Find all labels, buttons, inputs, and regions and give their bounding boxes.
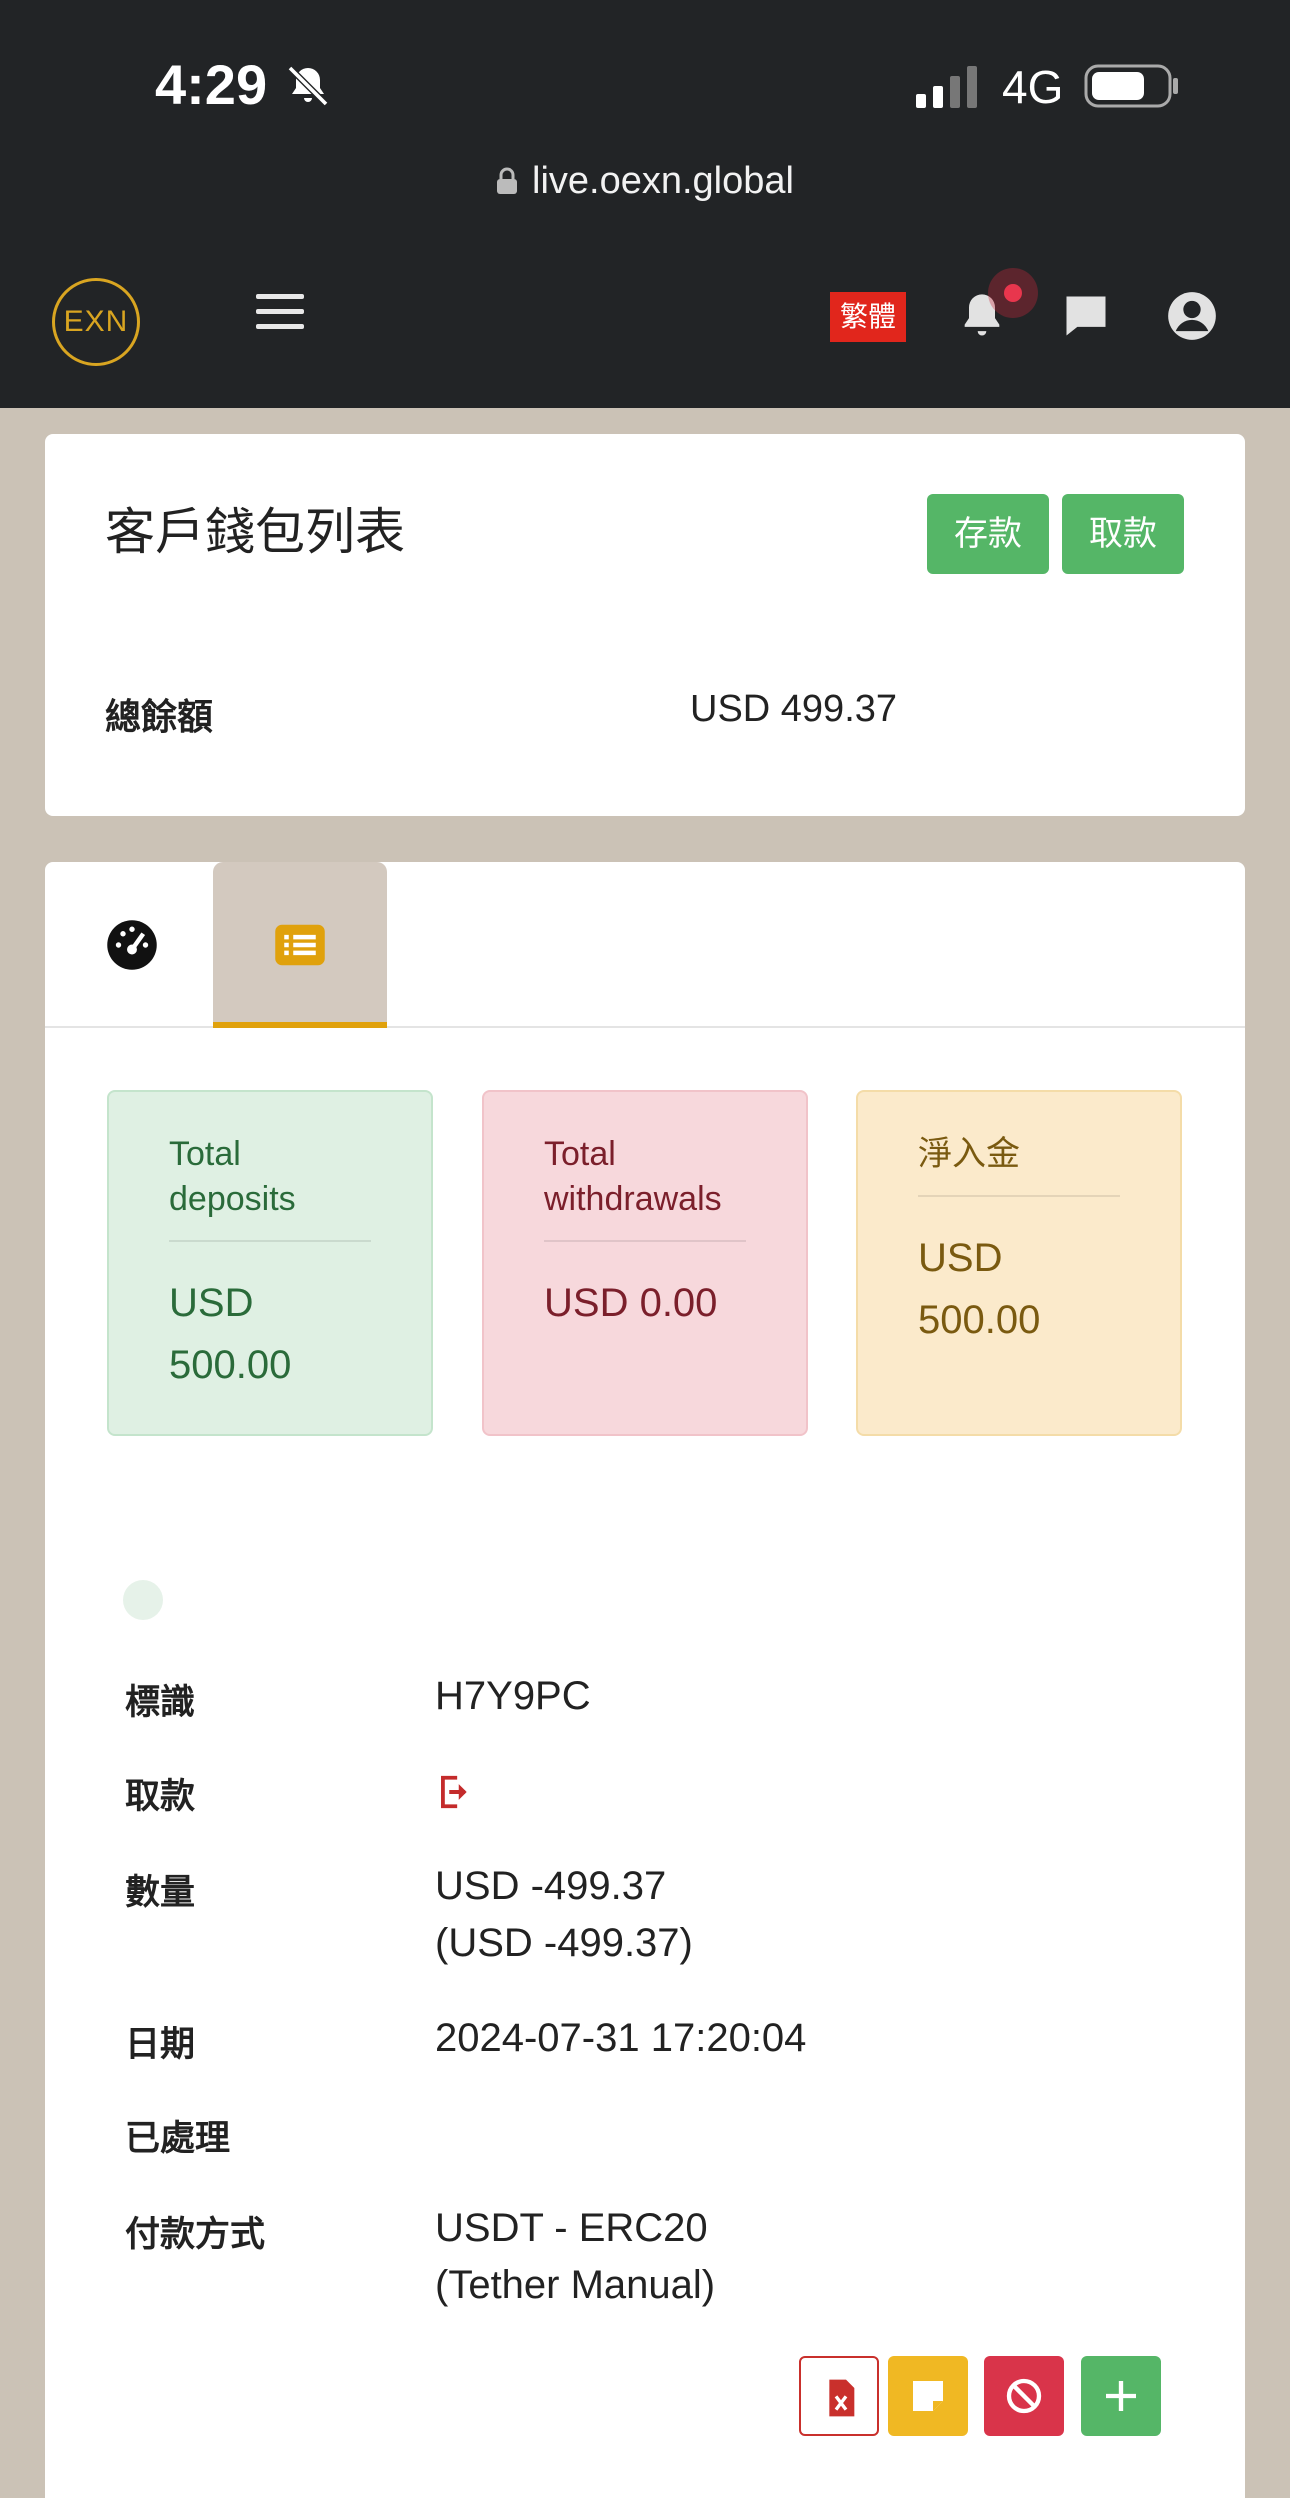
wallet-summary-card: 客戶錢包列表 存款 取款 總餘額 USD 499.37 [45, 434, 1245, 816]
tab-transactions[interactable] [213, 862, 387, 1028]
net-deposit-value: USD 500.00 [918, 1236, 1041, 1342]
processed-label: 已處理 [125, 2119, 231, 2159]
exn-logo[interactable]: EXN [52, 278, 140, 366]
list-icon [275, 924, 325, 966]
sticky-note-icon [913, 2381, 943, 2411]
add-button[interactable] [1081, 2356, 1161, 2436]
dashboard-gauge-icon [107, 920, 157, 970]
type-label: 取款 [125, 1777, 196, 1817]
url-text: live.oexn.global [532, 160, 794, 202]
total-withdrawals-label: Total withdrawals [544, 1132, 746, 1242]
id-value: H7Y9PC [435, 1674, 591, 1718]
status-time: 4:29 [155, 53, 268, 116]
total-withdrawals-box: Total withdrawals USD 0.00 [482, 1090, 808, 1436]
total-deposits-box: Total deposits USD 500.00 [107, 1090, 433, 1436]
lock-icon [497, 167, 518, 194]
total-withdrawals-value: USD 0.00 [544, 1281, 718, 1325]
url-bar[interactable]: live.oexn.global [0, 160, 1290, 203]
browser-chrome: 4:29 4G live.oexn.global EXN 繁體 [0, 0, 1290, 408]
menu-icon[interactable] [256, 294, 304, 334]
user-account-icon[interactable] [1166, 290, 1218, 342]
cancel-transaction-button[interactable] [984, 2356, 1064, 2436]
page-title: 客戶錢包列表 [105, 503, 405, 561]
chat-icon[interactable] [1060, 290, 1112, 342]
withdraw-icon [441, 1775, 467, 1809]
amount-sub: (USD -499.37) [435, 1921, 693, 1965]
export-excel-button[interactable] [799, 2356, 879, 2436]
date-label: 日期 [125, 2025, 196, 2065]
battery-icon [1084, 64, 1178, 108]
tab-dashboard[interactable] [45, 862, 219, 1028]
payment-method-label: 付款方式 [125, 2215, 266, 2255]
id-label: 標識 [125, 1683, 196, 1723]
wallet-detail-card: Total deposits USD 500.00 Total withdraw… [45, 862, 1245, 2498]
date-value: 2024-07-31 17:20:04 [435, 2016, 807, 2060]
total-balance-label: 總餘額 [105, 697, 214, 738]
network-type: 4G [1002, 61, 1064, 113]
deposit-button[interactable]: 存款 [927, 494, 1049, 574]
amount-label: 數量 [125, 1873, 196, 1913]
total-deposits-value: USD 500.00 [169, 1281, 292, 1387]
add-note-button[interactable] [888, 2356, 968, 2436]
total-deposits-label: Total deposits [169, 1132, 371, 1242]
net-deposit-label: 淨入金 [918, 1132, 1120, 1197]
plus-icon [1106, 2381, 1136, 2411]
withdraw-button[interactable]: 取款 [1062, 494, 1184, 574]
payment-method-value: USDT - ERC20 [435, 2206, 708, 2250]
amount-value: USD -499.37 [435, 1864, 667, 1908]
notification-badge [988, 268, 1038, 318]
tab-bar [45, 862, 1245, 1028]
excel-file-icon [829, 2379, 855, 2417]
status-indicator [123, 1580, 163, 1620]
net-deposit-box: 淨入金 USD 500.00 [856, 1090, 1182, 1436]
language-switch[interactable]: 繁體 [830, 292, 906, 342]
payment-method-sub: (Tether Manual) [435, 2263, 716, 2307]
signal-icon [916, 66, 977, 108]
silent-mode-icon [287, 65, 329, 107]
total-balance-value: USD 499.37 [690, 688, 898, 730]
ban-icon [1006, 2378, 1042, 2414]
